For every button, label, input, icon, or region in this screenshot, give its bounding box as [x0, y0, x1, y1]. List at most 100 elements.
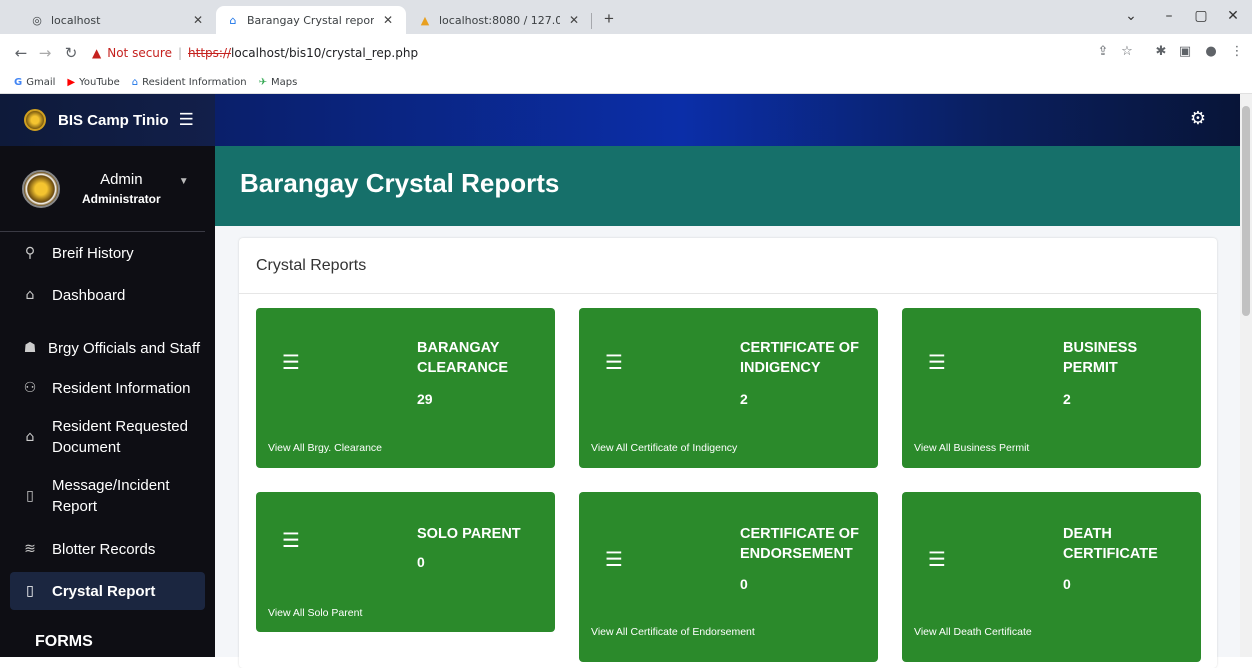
report-tile-solo-parent[interactable]: ☰ SOLO PARENT 0 View All Solo Parent [256, 492, 555, 632]
tile-view-all-link[interactable]: View All Death Certificate [914, 626, 1032, 638]
card-divider [239, 293, 1217, 294]
sidebar-item-resident-requested-document[interactable]: ⌂ Resident Requested Document [10, 414, 205, 460]
caret-down-icon[interactable]: ▼ [179, 176, 189, 187]
tile-count: 29 [417, 391, 433, 407]
sidebar: BIS Camp Tinio ☰ Admin Administrator ▼ ⚲… [0, 94, 215, 657]
profile-icon[interactable]: ● [1202, 44, 1220, 59]
close-tab-icon[interactable]: ✕ [566, 13, 582, 27]
minimize-icon[interactable]: – [1158, 8, 1180, 24]
reload-icon[interactable]: ↻ [62, 44, 80, 62]
close-tab-icon[interactable]: ✕ [190, 13, 206, 27]
list-icon: ☰ [282, 350, 300, 374]
maximize-icon[interactable]: ▢ [1190, 8, 1212, 24]
url-scheme: https:// [188, 46, 232, 60]
brand-logo [24, 109, 46, 131]
tile-view-all-link[interactable]: View All Certificate of Endorsement [591, 626, 755, 638]
sidebar-item-brgy-officials[interactable]: ☗ Brgy Officials and Staff [10, 334, 205, 362]
browser-tab-crystal-reports[interactable]: ⌂ Barangay Crystal reports - Barang ✕ [216, 6, 406, 34]
tile-count: 0 [417, 554, 425, 570]
not-secure-label: Not secure [107, 46, 172, 60]
close-window-icon[interactable]: ✕ [1222, 8, 1244, 24]
bookmark-gmail[interactable]: G Gmail [14, 77, 55, 88]
tile-view-all-link[interactable]: View All Solo Parent [268, 607, 362, 619]
list-icon: ☰ [928, 350, 946, 374]
youtube-icon: ▶ [67, 77, 76, 88]
tile-title: BUSINESS PERMIT [1063, 340, 1138, 376]
scrollbar-thumb[interactable] [1242, 106, 1250, 316]
tile-title: DEATH CERTIFICATE [1063, 526, 1158, 562]
scrollbar[interactable] [1240, 94, 1252, 657]
menu-icon[interactable]: ⋮ [1228, 44, 1246, 59]
tile-title: CERTIFICATE OF INDIGENCY [740, 340, 859, 376]
tile-count: 2 [740, 391, 748, 407]
tile-count: 0 [1063, 576, 1071, 592]
sidebar-item-resident-information[interactable]: ⚇ Resident Information [10, 374, 205, 402]
resident-icon: ⌂ [229, 13, 237, 27]
sidebar-item-crystal-report[interactable]: ▯ Crystal Report [10, 572, 205, 610]
home-icon: ⌂ [25, 428, 35, 445]
bookmark-star-icon[interactable]: ☆ [1118, 44, 1136, 59]
bookmark-youtube[interactable]: ▶ YouTube [67, 77, 119, 88]
tile-view-all-link[interactable]: View All Certificate of Indigency [591, 442, 737, 454]
back-icon[interactable]: ← [12, 44, 30, 62]
url-input[interactable]: ▲ Not secure | https:// localhost/bis10/… [92, 39, 1242, 67]
brand: BIS Camp Tinio ☰ [0, 94, 215, 146]
tile-count: 2 [1063, 391, 1071, 407]
bookmark-maps[interactable]: ✈ Maps [259, 77, 298, 88]
users-icon: ☗ [23, 340, 37, 356]
report-tile-certificate-of-indigency[interactable]: ☰ CERTIFICATE OF INDIGENCY 2 View All Ce… [579, 308, 878, 468]
address-bar: ← → ↻ ▲ Not secure | https:// localhost/… [0, 34, 1252, 72]
reports-card: Crystal Reports ☰ BARANGAY CLEARANCE 29 … [239, 238, 1217, 668]
list-icon: ☰ [282, 528, 300, 552]
extensions-icon[interactable]: ✱ [1152, 44, 1170, 59]
report-tile-death-certificate[interactable]: ☰ DEATH CERTIFICATE 0 View All Death Cer… [902, 492, 1201, 662]
report-tile-certificate-of-endorsement[interactable]: ☰ CERTIFICATE OF ENDORSEMENT 0 View All … [579, 492, 878, 662]
avatar [22, 169, 60, 208]
report-tile-barangay-clearance[interactable]: ☰ BARANGAY CLEARANCE 29 View All Brgy. C… [256, 308, 555, 468]
resident-icon: ⌂ [131, 77, 139, 88]
close-tab-icon[interactable]: ✕ [380, 13, 396, 27]
user-panel[interactable]: Admin Administrator ▼ [0, 146, 205, 232]
user-info: Admin Administrator [82, 171, 161, 206]
tile-count: 0 [740, 576, 748, 592]
hamburger-menu-icon[interactable]: ☰ [179, 110, 194, 130]
tile-view-all-link[interactable]: View All Business Permit [914, 442, 1029, 454]
home-icon: ⌂ [25, 287, 35, 303]
user-search-icon: ⚇ [23, 380, 37, 396]
bookmark-resident-information[interactable]: ⌂ Resident Information [132, 77, 247, 88]
tile-view-all-link[interactable]: View All Brgy. Clearance [268, 442, 382, 454]
tab-search-icon[interactable]: ⌄ [1120, 8, 1142, 24]
new-tab-button[interactable]: + [598, 9, 620, 31]
sidebar-item-breif-history[interactable]: ⚲ Breif History [10, 239, 205, 267]
maps-icon: ✈ [258, 77, 267, 88]
card-title: Crystal Reports [256, 257, 367, 274]
warning-icon: ▲ [92, 46, 102, 60]
tile-title: BARANGAY CLEARANCE [417, 340, 509, 376]
share-icon[interactable]: ⇪ [1094, 44, 1112, 59]
brand-title[interactable]: BIS Camp Tinio [58, 112, 169, 129]
sidepanel-icon[interactable]: ▣ [1176, 44, 1194, 59]
browser-tab-phpmyadmin[interactable]: ▲ localhost:8080 / 127.0.0.1 / web ✕ [408, 6, 592, 34]
report-tile-business-permit[interactable]: ☰ BUSINESS PERMIT 2 View All Business Pe… [902, 308, 1201, 468]
user-name: Admin [100, 171, 143, 188]
file-icon: ▯ [26, 583, 34, 599]
list-icon: ☰ [928, 547, 946, 571]
sidebar-item-message-incident-report[interactable]: ▯ Message/Incident Report [10, 473, 205, 519]
gear-icon[interactable]: ⚙ [1190, 108, 1206, 129]
google-icon: G [14, 77, 23, 88]
main-content: Crystal Reports ☰ BARANGAY CLEARANCE 29 … [215, 226, 1240, 668]
tab-separator [591, 13, 592, 29]
forms-section-header: FORMS [35, 633, 93, 650]
forward-icon[interactable]: → [36, 44, 54, 62]
tile-title: CERTIFICATE OF ENDORSEMENT [740, 526, 859, 562]
phpmyadmin-icon: ▲ [420, 13, 430, 27]
sidebar-item-dashboard[interactable]: ⌂ Dashboard [10, 281, 205, 309]
tile-title: SOLO PARENT [417, 526, 521, 542]
file-icon: ▯ [26, 487, 34, 504]
browser-tab-localhost[interactable]: ◎ localhost ✕ [20, 6, 216, 34]
bookmarks-bar: G Gmail ▶ YouTube ⌂ Resident Information… [0, 72, 1252, 94]
signpost-icon: ⚲ [24, 245, 36, 261]
app-root: BIS Camp Tinio ☰ Admin Administrator ▼ ⚲… [0, 94, 1252, 668]
page-header: Barangay Crystal Reports [215, 146, 1240, 226]
sidebar-item-blotter-records[interactable]: ≋ Blotter Records [10, 535, 205, 563]
